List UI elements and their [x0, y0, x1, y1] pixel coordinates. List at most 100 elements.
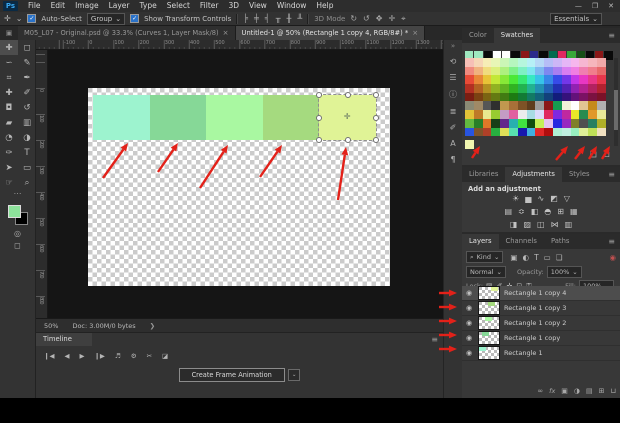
transform-handle[interactable]: [316, 92, 322, 98]
transform-handle[interactable]: [373, 92, 379, 98]
color-swatch[interactable]: [553, 84, 562, 93]
green-swatch-rect-2[interactable]: [150, 95, 207, 140]
color-swatch[interactable]: [588, 58, 597, 67]
color-swatch[interactable]: [535, 101, 544, 110]
close-button[interactable]: ✕: [608, 2, 614, 10]
tab-libraries[interactable]: Libraries: [462, 167, 505, 182]
color-balance-icon[interactable]: ≎: [518, 207, 525, 216]
layer-thumbnail[interactable]: [478, 331, 500, 345]
color-swatch[interactable]: [588, 119, 597, 128]
zoom-tool[interactable]: ⌕: [18, 175, 36, 190]
color-swatch[interactable]: [588, 110, 597, 119]
color-swatch[interactable]: [491, 84, 500, 93]
photo-filter-icon[interactable]: ◓: [544, 207, 551, 216]
color-swatch[interactable]: [518, 128, 527, 137]
color-swatch[interactable]: [597, 119, 606, 128]
color-swatch[interactable]: [465, 101, 474, 110]
color-swatch[interactable]: [597, 93, 606, 102]
clone-stamp-tool[interactable]: ◘: [0, 100, 18, 115]
layer-name[interactable]: Rectangle 1 copy: [504, 334, 560, 342]
color-swatch[interactable]: [491, 119, 500, 128]
green-swatch-rect-5[interactable]: ✛: [319, 95, 376, 140]
edit-toolbar-icon[interactable]: ⋯: [0, 190, 35, 200]
color-swatch[interactable]: [579, 75, 588, 84]
close-icon[interactable]: ×: [412, 26, 418, 40]
color-swatch[interactable]: [579, 119, 588, 128]
tool-preset-chevron-icon[interactable]: ⌄: [16, 14, 23, 23]
color-swatch[interactable]: [553, 128, 562, 137]
color-swatch[interactable]: [571, 58, 580, 67]
color-swatch[interactable]: [465, 67, 474, 76]
color-swatch[interactable]: [597, 75, 606, 84]
color-swatch[interactable]: [474, 84, 483, 93]
color-swatch[interactable]: [571, 67, 580, 76]
settings-icon[interactable]: ⚙: [131, 352, 137, 360]
posterize-icon[interactable]: ▨: [523, 220, 531, 229]
create-frame-animation-button[interactable]: Create Frame Animation: [179, 368, 285, 382]
color-swatch[interactable]: [474, 67, 483, 76]
show-transform-checkbox[interactable]: ✓: [130, 14, 139, 23]
gradient-tool[interactable]: ▥: [18, 115, 36, 130]
filter-adjustment-icon[interactable]: ◐: [523, 253, 530, 262]
color-swatch[interactable]: [579, 67, 588, 76]
color-swatch[interactable]: [579, 84, 588, 93]
color-swatch[interactable]: [562, 128, 571, 137]
color-swatch[interactable]: [465, 84, 474, 93]
selective-color-icon[interactable]: ⋈: [551, 220, 559, 229]
color-swatch[interactable]: [588, 128, 597, 137]
menu-file[interactable]: File: [23, 0, 46, 12]
color-swatch[interactable]: [579, 101, 588, 110]
filter-smart-icon[interactable]: ❏: [556, 253, 563, 262]
layer-visibility-eye-icon[interactable]: ◉: [466, 319, 474, 327]
marquee-tool[interactable]: ◻: [18, 40, 36, 55]
tab-channels[interactable]: Channels: [499, 234, 544, 249]
play-icon[interactable]: ▶: [79, 352, 84, 360]
color-swatch[interactable]: [500, 110, 509, 119]
layer-thumbnail[interactable]: [478, 316, 500, 330]
color-swatch[interactable]: [491, 67, 500, 76]
properties-panel-icon[interactable]: ☰: [449, 73, 456, 82]
color-swatch[interactable]: [553, 93, 562, 102]
brush-tool[interactable]: ✐: [18, 85, 36, 100]
color-swatch[interactable]: [544, 67, 553, 76]
color-lookup-icon[interactable]: ▦: [570, 207, 578, 216]
move-tool[interactable]: ✛: [0, 40, 18, 55]
color-swatch[interactable]: [579, 128, 588, 137]
layer-visibility-eye-icon[interactable]: ◉: [466, 289, 474, 297]
quick-select-tool[interactable]: ✎: [18, 55, 36, 70]
timeline-menu-icon[interactable]: ≡: [431, 335, 438, 344]
layer-visibility-eye-icon[interactable]: ◉: [466, 304, 474, 312]
align-right-icon[interactable]: ╡: [265, 14, 270, 23]
color-swatch[interactable]: [518, 75, 527, 84]
close-icon[interactable]: ×: [223, 26, 229, 40]
color-swatch[interactable]: [544, 119, 553, 128]
color-swatch[interactable]: [588, 84, 597, 93]
color-swatch[interactable]: [509, 128, 518, 137]
auto-select-checkbox[interactable]: ✓: [27, 14, 36, 23]
color-swatch[interactable]: [491, 93, 500, 102]
layer-name[interactable]: Rectangle 1 copy 2: [504, 319, 566, 327]
color-swatch[interactable]: [544, 75, 553, 84]
color-swatch[interactable]: [518, 67, 527, 76]
tab-paths[interactable]: Paths: [544, 234, 576, 249]
color-swatch[interactable]: [535, 67, 544, 76]
color-swatch[interactable]: [465, 58, 474, 67]
color-swatch[interactable]: [588, 75, 597, 84]
layer-visibility-eye-icon[interactable]: ◉: [466, 349, 474, 357]
collapse-panels-icon[interactable]: »: [451, 42, 455, 50]
color-swatch[interactable]: [474, 58, 483, 67]
color-swatch[interactable]: [571, 93, 580, 102]
panel-menu-icon[interactable]: ≡: [608, 28, 620, 43]
color-swatch[interactable]: [500, 93, 509, 102]
color-swatch[interactable]: [518, 58, 527, 67]
doc-tab-2[interactable]: Untitled-1 @ 50% (Rectangle 1 copy 4, RG…: [236, 26, 426, 40]
prev-frame-icon[interactable]: ◀: [64, 352, 69, 360]
layer-row[interactable]: ◉ Rectangle 1 copy 2: [462, 316, 620, 331]
transform-handle[interactable]: [345, 92, 351, 98]
invert-icon[interactable]: ◨: [510, 220, 518, 229]
align-center-icon[interactable]: ╪: [254, 14, 259, 23]
color-swatch[interactable]: [535, 119, 544, 128]
color-swatch[interactable]: [535, 84, 544, 93]
color-swatch[interactable]: [544, 58, 553, 67]
color-swatch[interactable]: [500, 128, 509, 137]
